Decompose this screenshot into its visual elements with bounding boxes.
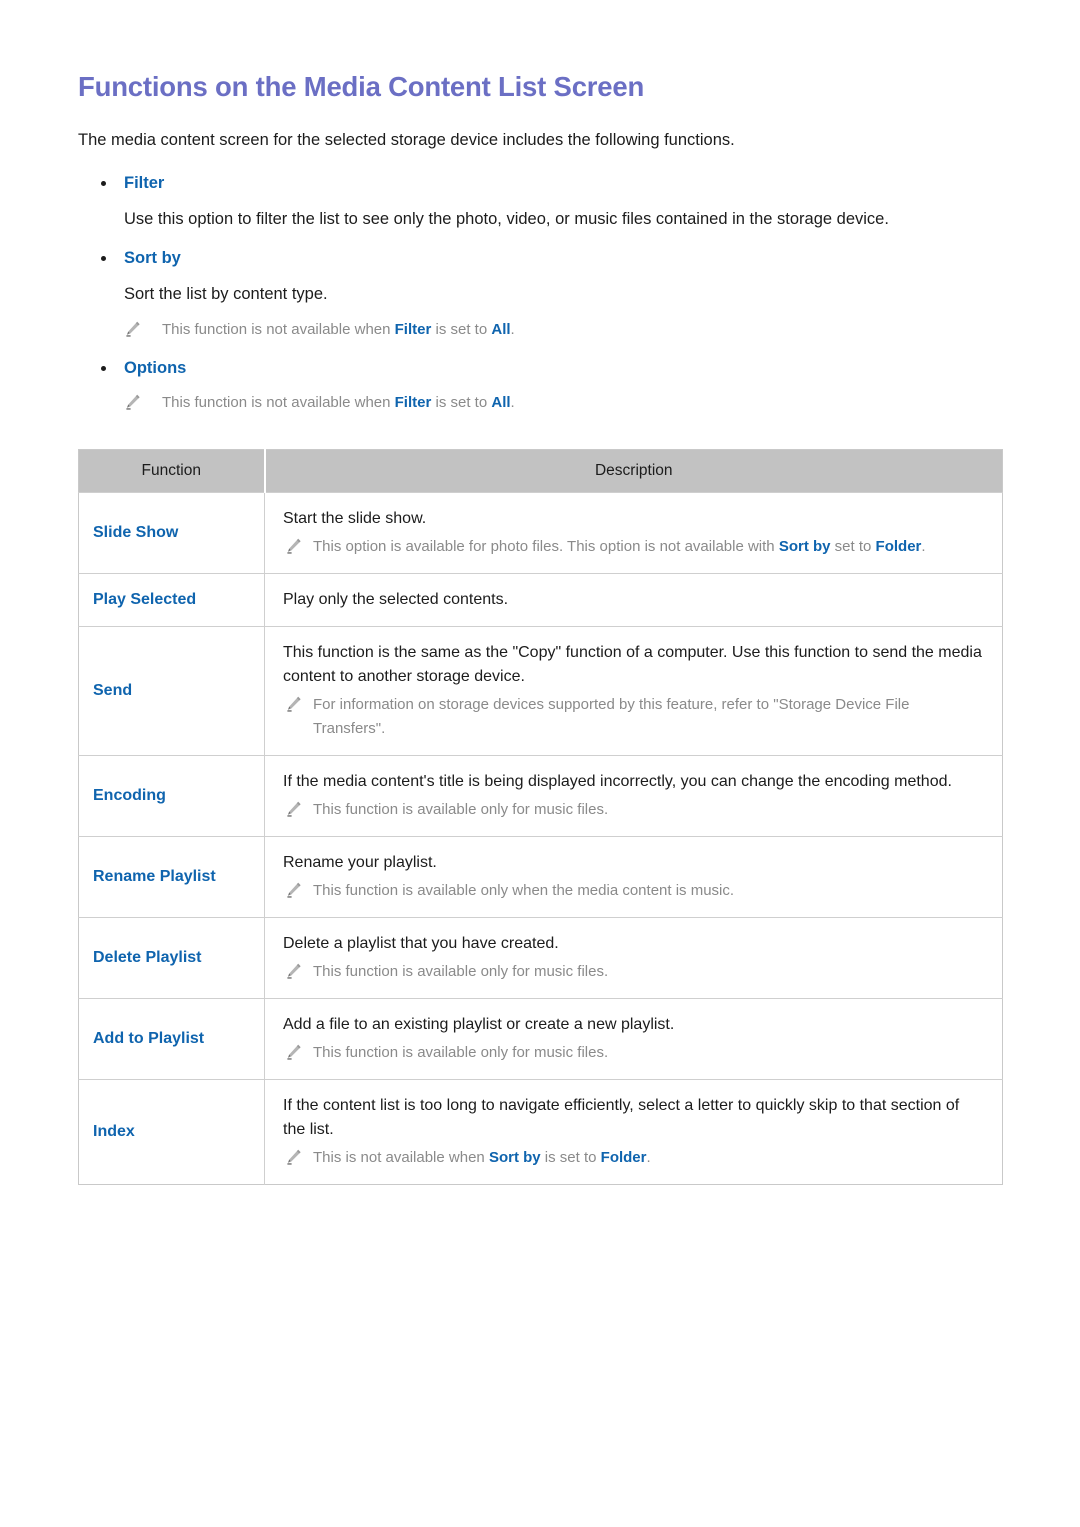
table-row: Send This function is the same as the "C…: [78, 625, 1003, 756]
note-term-sort-by: Sort by: [778, 537, 831, 555]
note-term-all: All: [491, 393, 511, 411]
note-text: This function is available only for musi…: [313, 800, 609, 818]
intro-paragraph: The media content screen for the selecte…: [78, 131, 735, 149]
pencil-icon: [285, 695, 303, 713]
description-text: Play only the selected contents.: [283, 590, 509, 608]
cell-function-name: Rename Playlist: [78, 835, 265, 918]
section-heading-options: Options: [78, 356, 1002, 381]
cell-description: This function is the same as the "Copy" …: [264, 625, 1003, 756]
note-term-sort-by: Sort by: [488, 1148, 541, 1166]
row-note: This option is available for photo files…: [283, 535, 984, 559]
table-row: Slide Show Start the slide show. This op…: [78, 491, 1003, 574]
note-term-folder: Folder: [875, 537, 922, 555]
cell-function-name: Play Selected: [78, 572, 265, 627]
note-text: For information on storage devices suppo…: [313, 695, 910, 737]
table-head: Function Description: [78, 449, 1003, 493]
description-text: Start the slide show.: [283, 509, 427, 527]
column-header-function: Function: [78, 449, 266, 493]
bullet-dot-icon: [101, 180, 106, 186]
bullet-dot-icon: [101, 256, 106, 262]
note-term-filter: Filter: [394, 393, 432, 411]
note-text-middle: is set to: [431, 320, 492, 338]
section-heading-filter: Filter: [78, 171, 1002, 196]
note-sort-by: This function is not available when Filt…: [78, 318, 1002, 342]
note-text-prefix: This function is not available when: [162, 393, 395, 411]
section-heading-sort-by: Sort by: [78, 246, 1002, 271]
cell-description: If the content list is too long to navig…: [264, 1078, 1003, 1185]
section-heading-label: Sort by: [124, 249, 181, 268]
pencil-icon: [285, 537, 303, 555]
functions-table: Function Description Slide Show Start th…: [78, 448, 1003, 1185]
note-text-prefix: This is not available when: [313, 1148, 489, 1166]
row-note: This is not available when Sort by is se…: [283, 1146, 984, 1170]
row-note: This function is available only for musi…: [283, 798, 984, 822]
cell-function-name: Index: [78, 1078, 265, 1185]
note-text: This function is available only for musi…: [313, 1043, 609, 1061]
description-text: If the content list is too long to navig…: [283, 1096, 960, 1138]
description-text: Add a file to an existing playlist or cr…: [283, 1015, 675, 1033]
pencil-icon: [285, 962, 303, 980]
column-header-description: Description: [264, 449, 1003, 493]
cell-description: Add a file to an existing playlist or cr…: [264, 997, 1003, 1080]
table-body: Slide Show Start the slide show. This op…: [78, 491, 1003, 1185]
cell-function-name: Encoding: [78, 754, 265, 837]
row-note: This function is available only for musi…: [283, 960, 984, 984]
row-note: This function is available only for musi…: [283, 1041, 984, 1065]
pencil-icon: [124, 393, 142, 411]
note-text-prefix: This option is available for photo files…: [313, 537, 779, 555]
pencil-icon: [285, 1148, 303, 1166]
bullet-dot-icon: [101, 365, 106, 371]
description-text: This function is the same as the "Copy" …: [283, 643, 982, 685]
description-text: If the media content's title is being di…: [283, 772, 952, 790]
table-row: Play Selected Play only the selected con…: [78, 572, 1003, 627]
note-text-middle: is set to: [540, 1148, 601, 1166]
cell-description: Play only the selected contents.: [264, 572, 1003, 627]
table-row: Rename Playlist Rename your playlist. Th…: [78, 835, 1003, 918]
cell-function-name: Delete Playlist: [78, 916, 265, 999]
note-text-suffix: .: [510, 393, 515, 411]
table-row: Index If the content list is too long to…: [78, 1078, 1003, 1185]
cell-description: Delete a playlist that you have created.…: [264, 916, 1003, 999]
cell-function-name: Send: [78, 625, 265, 756]
section-sort-by: Sort by Sort the list by content type. T…: [78, 246, 1002, 341]
note-text: This function is available only for musi…: [313, 962, 609, 980]
cell-description: Rename your playlist. This function is a…: [264, 835, 1003, 918]
cell-description: If the media content's title is being di…: [264, 754, 1003, 837]
cell-function-name: Slide Show: [78, 491, 265, 574]
note-text: This function is available only when the…: [313, 881, 735, 899]
cell-description: Start the slide show. This option is ava…: [264, 491, 1003, 574]
section-body-filter: Use this option to filter the list to se…: [124, 209, 889, 228]
note-text-suffix: .: [510, 320, 515, 338]
cell-function-name: Add to Playlist: [78, 997, 265, 1080]
document-page: Functions on the Media Content List Scre…: [0, 0, 1080, 1527]
note-text-middle: set to: [830, 537, 876, 555]
description-text: Rename your playlist.: [283, 853, 437, 871]
section-body-sort-by: Sort the list by content type.: [124, 285, 328, 304]
note-text-suffix: .: [921, 537, 926, 555]
section-filter: Filter Use this option to filter the lis…: [78, 171, 1002, 232]
note-term-filter: Filter: [394, 320, 432, 338]
description-text: Delete a playlist that you have created.: [283, 934, 559, 952]
note-text-middle: is set to: [431, 393, 492, 411]
note-term-all: All: [491, 320, 511, 338]
note-options: This function is not available when Filt…: [78, 391, 1002, 415]
pencil-icon: [285, 1043, 303, 1061]
table-row: Add to Playlist Add a file to an existin…: [78, 997, 1003, 1080]
table-row: Delete Playlist Delete a playlist that y…: [78, 916, 1003, 999]
section-options: Options This function is not available w…: [78, 356, 1002, 415]
pencil-icon: [285, 800, 303, 818]
note-text-suffix: .: [646, 1148, 651, 1166]
section-heading-label: Options: [124, 358, 187, 377]
pencil-icon: [285, 881, 303, 899]
note-term-folder: Folder: [600, 1148, 647, 1166]
row-note: For information on storage devices suppo…: [283, 693, 984, 741]
section-heading-label: Filter: [124, 173, 165, 192]
table-header-row: Function Description: [78, 449, 1003, 493]
row-note: This function is available only when the…: [283, 879, 984, 903]
page-title: Functions on the Media Content List Scre…: [78, 71, 645, 102]
note-text-prefix: This function is not available when: [162, 320, 395, 338]
pencil-icon: [124, 320, 142, 338]
table-row: Encoding If the media content's title is…: [78, 754, 1003, 837]
